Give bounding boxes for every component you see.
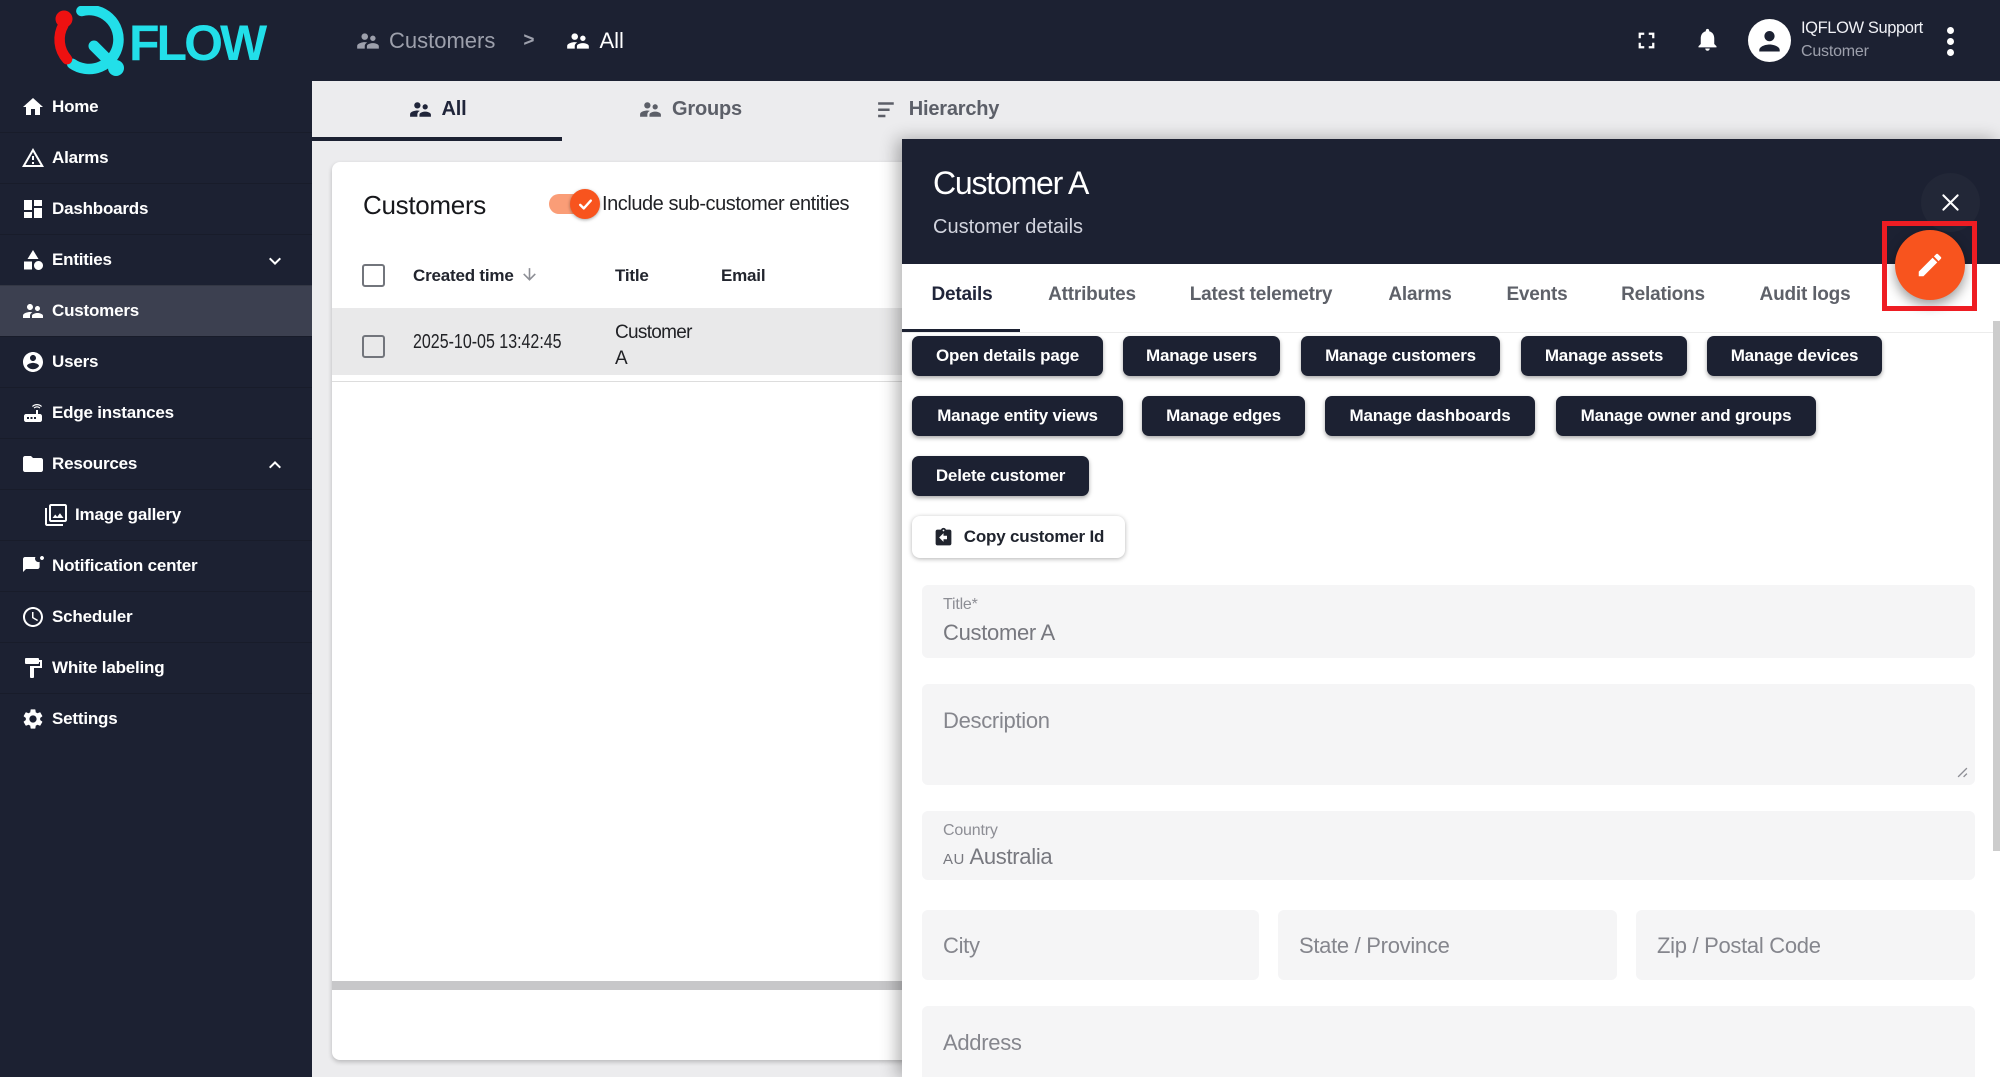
- svg-text:FLOW: FLOW: [129, 15, 268, 71]
